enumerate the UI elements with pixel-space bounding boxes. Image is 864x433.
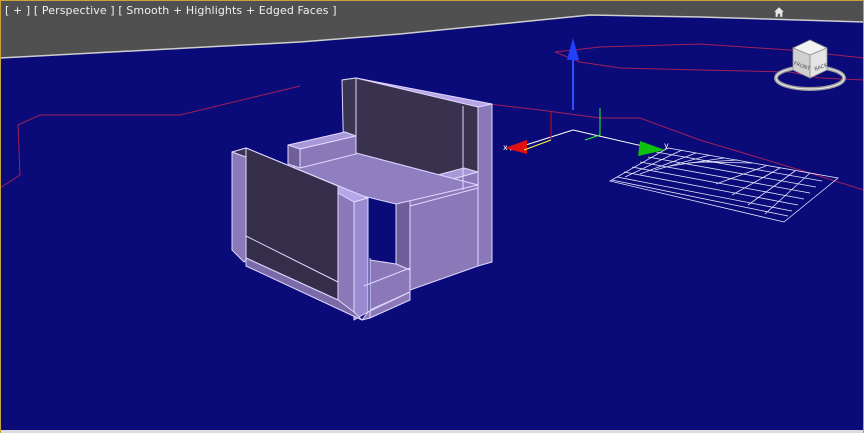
left-arm-edge	[231, 151, 247, 263]
viewport-menu-shading[interactable]: [ Smooth + Highlights + Edged Faces ]	[118, 4, 336, 17]
home-icon[interactable]	[773, 6, 785, 18]
left-arm-front	[353, 197, 369, 321]
backrest-right-side	[477, 103, 493, 267]
axis-x-label: x	[503, 143, 508, 152]
viewport-menu-plus[interactable]: [ + ]	[5, 4, 30, 17]
perspective-viewport[interactable]: x y [+] [Perspective] [Smooth + Hig…	[0, 0, 864, 433]
left-arm-front-edge	[337, 192, 355, 313]
axis-y-label: y	[664, 141, 669, 150]
viewport-scene[interactable]: x y	[0, 0, 864, 433]
viewport-label[interactable]: [ + ] [ Perspective ] [ Smooth + Highlig…	[5, 4, 337, 17]
cushion-front	[287, 144, 301, 169]
viewcube[interactable]: FRONT BACK	[773, 36, 847, 94]
viewport-menu-view[interactable]: [ Perspective ]	[34, 4, 115, 17]
